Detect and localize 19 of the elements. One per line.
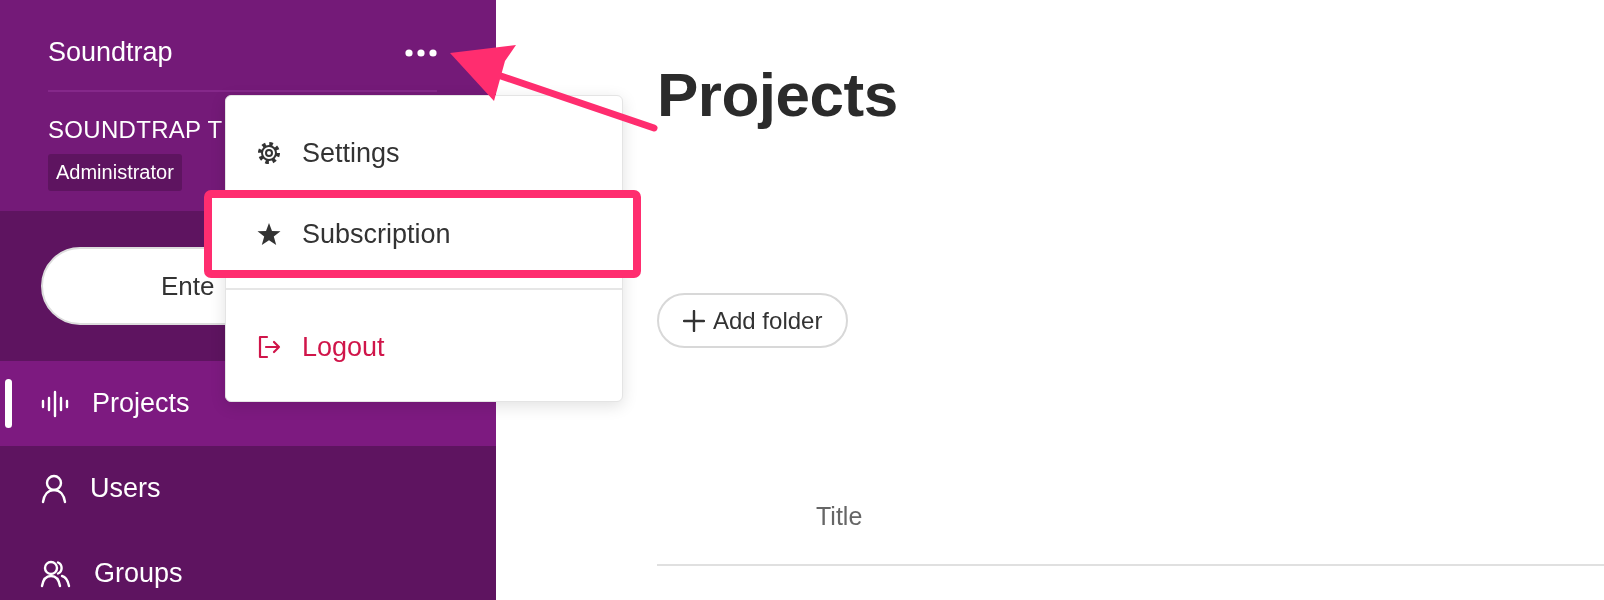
menu-item[interactable]: Settings (226, 114, 622, 192)
menu-item[interactable]: Subscription (204, 190, 641, 278)
people-icon (40, 558, 72, 589)
plus-icon (683, 309, 705, 332)
app-name: Soundtrap (48, 37, 173, 68)
settings-icon (256, 140, 282, 166)
more-icon[interactable] (405, 48, 437, 57)
team-name: SOUNDTRAP T (48, 116, 224, 144)
person-icon (40, 473, 68, 504)
selection-indicator (5, 379, 12, 428)
logout-icon (256, 334, 282, 360)
add-folder-button[interactable]: Add folder (657, 293, 849, 348)
star-icon (256, 221, 282, 247)
column-header[interactable]: Title (816, 496, 863, 564)
nav-item[interactable]: Groups (0, 531, 496, 600)
page-title: Projects (657, 59, 899, 131)
nav-item[interactable]: Users (0, 446, 496, 531)
waveform-icon (40, 388, 70, 419)
role-badge: Administrator (48, 154, 182, 191)
